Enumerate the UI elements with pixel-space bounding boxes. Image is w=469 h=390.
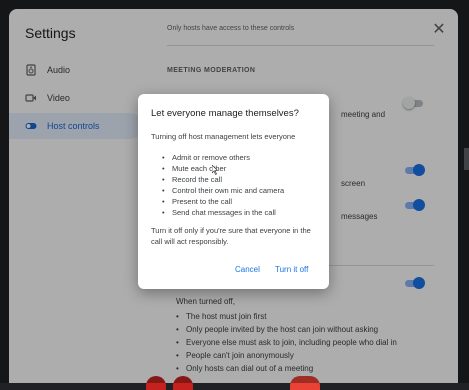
list-item: Admit or remove others	[162, 152, 284, 163]
confirm-dialog: Let everyone manage themselves? Turning …	[138, 94, 329, 289]
dialog-permission-list: Admit or remove others Mute each other R…	[162, 152, 284, 218]
list-item: Present to the call	[162, 196, 284, 207]
list-item: Send chat messages in the call	[162, 207, 284, 218]
mouse-cursor-icon	[212, 165, 218, 175]
dialog-warning: Turn it off only if you're sure that eve…	[151, 226, 311, 246]
list-item: Control their own mic and camera	[162, 185, 284, 196]
turn-it-off-button[interactable]: Turn it off	[272, 263, 311, 276]
dialog-intro: Turning off host management lets everyon…	[151, 132, 296, 141]
dialog-title: Let everyone manage themselves?	[151, 108, 299, 119]
cancel-button[interactable]: Cancel	[232, 263, 263, 276]
list-item: Record the call	[162, 174, 284, 185]
list-item: Mute each other	[162, 163, 284, 174]
